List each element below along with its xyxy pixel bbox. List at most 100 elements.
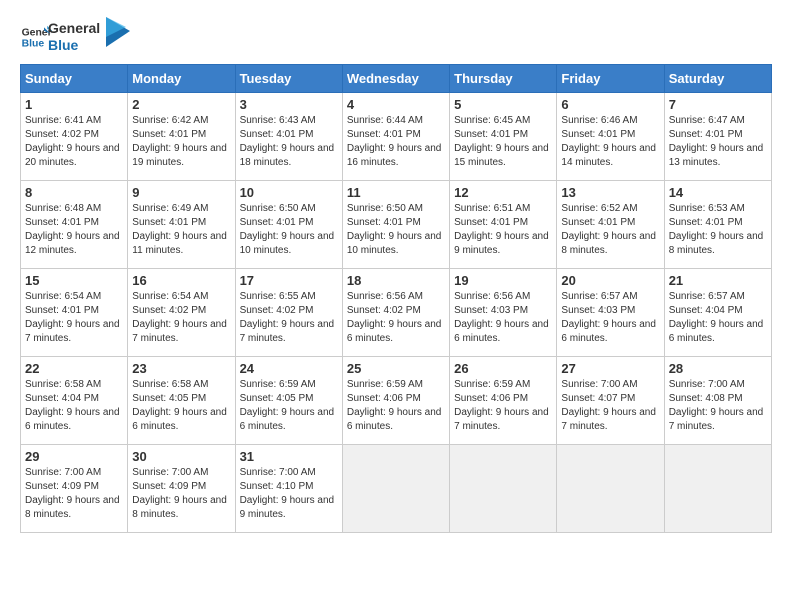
day-info: Sunrise: 6:53 AMSunset: 4:01 PMDaylight:… xyxy=(669,202,767,258)
weekday-header: Friday xyxy=(557,64,664,92)
calendar-cell: 10 Sunrise: 6:50 AMSunset: 4:01 PMDayligh… xyxy=(235,180,342,268)
day-number: 5 xyxy=(454,97,552,112)
logo-line2: Blue xyxy=(48,37,100,54)
day-info: Sunrise: 6:48 AMSunset: 4:01 PMDaylight:… xyxy=(25,202,123,258)
day-info: Sunrise: 6:45 AMSunset: 4:01 PMDaylight:… xyxy=(454,114,552,170)
day-info: Sunrise: 6:54 AMSunset: 4:01 PMDaylight:… xyxy=(25,290,123,346)
calendar-cell: 2 Sunrise: 6:42 AMSunset: 4:01 PMDaylight… xyxy=(128,92,235,180)
day-info: Sunrise: 6:44 AMSunset: 4:01 PMDaylight:… xyxy=(347,114,445,170)
calendar-cell xyxy=(557,444,664,532)
weekday-header: Tuesday xyxy=(235,64,342,92)
day-info: Sunrise: 6:56 AMSunset: 4:03 PMDaylight:… xyxy=(454,290,552,346)
calendar-cell: 24 Sunrise: 6:59 AMSunset: 4:05 PMDayligh… xyxy=(235,356,342,444)
day-number: 22 xyxy=(25,361,123,376)
weekday-header: Thursday xyxy=(450,64,557,92)
calendar-cell: 5 Sunrise: 6:45 AMSunset: 4:01 PMDaylight… xyxy=(450,92,557,180)
day-info: Sunrise: 7:00 AMSunset: 4:09 PMDaylight:… xyxy=(132,466,230,522)
day-number: 29 xyxy=(25,449,123,464)
day-number: 12 xyxy=(454,185,552,200)
day-number: 10 xyxy=(240,185,338,200)
calendar-cell: 9Sunrise: 6:49 AMSunset: 4:01 PMDaylight… xyxy=(128,180,235,268)
calendar-cell: 28Sunrise: 7:00 AMSunset: 4:08 PMDayligh… xyxy=(664,356,771,444)
day-number: 23 xyxy=(132,361,230,376)
day-number: 14 xyxy=(669,185,767,200)
day-info: Sunrise: 6:59 AMSunset: 4:05 PMDaylight:… xyxy=(240,378,338,434)
calendar-cell: 7 Sunrise: 6:47 AMSunset: 4:01 PMDaylight… xyxy=(664,92,771,180)
calendar-cell: 8 Sunrise: 6:48 AMSunset: 4:01 PMDaylight… xyxy=(21,180,128,268)
svg-text:Blue: Blue xyxy=(22,38,45,49)
day-number: 4 xyxy=(347,97,445,112)
weekday-header: Wednesday xyxy=(342,64,449,92)
day-info: Sunrise: 6:47 AMSunset: 4:01 PMDaylight:… xyxy=(669,114,767,170)
calendar-cell: 12 Sunrise: 6:51 AMSunset: 4:01 PMDayligh… xyxy=(450,180,557,268)
day-number: 11 xyxy=(347,185,445,200)
day-info: Sunrise: 6:59 AMSunset: 4:06 PMDaylight:… xyxy=(347,378,445,434)
calendar-cell xyxy=(664,444,771,532)
calendar-cell: 22 Sunrise: 6:58 AMSunset: 4:04 PMDayligh… xyxy=(21,356,128,444)
day-info: Sunrise: 6:57 AMSunset: 4:04 PMDaylight:… xyxy=(669,290,767,346)
day-info: Sunrise: 6:51 AMSunset: 4:01 PMDaylight:… xyxy=(454,202,552,258)
day-info: Sunrise: 6:54 AMSunset: 4:02 PMDaylight:… xyxy=(132,290,230,346)
day-info: Sunrise: 7:00 AMSunset: 4:07 PMDaylight:… xyxy=(561,378,659,434)
day-number: 13 xyxy=(561,185,659,200)
day-number: 3 xyxy=(240,97,338,112)
day-info: Sunrise: 6:50 AMSunset: 4:01 PMDaylight:… xyxy=(240,202,338,258)
day-number: 30 xyxy=(132,449,230,464)
calendar-cell: 6Sunrise: 6:46 AMSunset: 4:01 PMDaylight… xyxy=(557,92,664,180)
calendar-cell: 15Sunrise: 6:54 AMSunset: 4:01 PMDayligh… xyxy=(21,268,128,356)
day-number: 8 xyxy=(25,185,123,200)
weekday-header: Saturday xyxy=(664,64,771,92)
calendar-cell: 1 Sunrise: 6:41 AMSunset: 4:02 PMDaylight… xyxy=(21,92,128,180)
calendar-cell: 21 Sunrise: 6:57 AMSunset: 4:04 PMDayligh… xyxy=(664,268,771,356)
logo-line1: General xyxy=(48,20,100,37)
calendar-cell: 25 Sunrise: 6:59 AMSunset: 4:06 PMDayligh… xyxy=(342,356,449,444)
day-info: Sunrise: 6:46 AMSunset: 4:01 PMDaylight:… xyxy=(561,114,659,170)
day-info: Sunrise: 6:56 AMSunset: 4:02 PMDaylight:… xyxy=(347,290,445,346)
calendar-cell: 14 Sunrise: 6:53 AMSunset: 4:01 PMDayligh… xyxy=(664,180,771,268)
calendar-cell: 18 Sunrise: 6:56 AMSunset: 4:02 PMDayligh… xyxy=(342,268,449,356)
logo: General Blue General Blue xyxy=(20,20,130,54)
calendar-cell: 26Sunrise: 6:59 AMSunset: 4:06 PMDayligh… xyxy=(450,356,557,444)
day-info: Sunrise: 6:41 AMSunset: 4:02 PMDaylight:… xyxy=(25,114,123,170)
day-number: 7 xyxy=(669,97,767,112)
day-number: 16 xyxy=(132,273,230,288)
day-number: 24 xyxy=(240,361,338,376)
day-number: 20 xyxy=(561,273,659,288)
calendar-cell xyxy=(450,444,557,532)
day-info: Sunrise: 6:42 AMSunset: 4:01 PMDaylight:… xyxy=(132,114,230,170)
calendar-cell: 23 Sunrise: 6:58 AMSunset: 4:05 PMDayligh… xyxy=(128,356,235,444)
calendar-cell: 17Sunrise: 6:55 AMSunset: 4:02 PMDayligh… xyxy=(235,268,342,356)
calendar-cell: 30 Sunrise: 7:00 AMSunset: 4:09 PMDayligh… xyxy=(128,444,235,532)
weekday-header: Monday xyxy=(128,64,235,92)
calendar-cell: 27Sunrise: 7:00 AMSunset: 4:07 PMDayligh… xyxy=(557,356,664,444)
calendar-cell xyxy=(342,444,449,532)
day-info: Sunrise: 6:59 AMSunset: 4:06 PMDaylight:… xyxy=(454,378,552,434)
day-number: 9 xyxy=(132,185,230,200)
day-info: Sunrise: 6:55 AMSunset: 4:02 PMDaylight:… xyxy=(240,290,338,346)
day-info: Sunrise: 6:58 AMSunset: 4:04 PMDaylight:… xyxy=(25,378,123,434)
weekday-header: Sunday xyxy=(21,64,128,92)
calendar-cell: 31 Sunrise: 7:00 AMSunset: 4:10 PMDayligh… xyxy=(235,444,342,532)
day-info: Sunrise: 6:43 AMSunset: 4:01 PMDaylight:… xyxy=(240,114,338,170)
day-info: Sunrise: 6:52 AMSunset: 4:01 PMDaylight:… xyxy=(561,202,659,258)
day-number: 1 xyxy=(25,97,123,112)
day-info: Sunrise: 6:57 AMSunset: 4:03 PMDaylight:… xyxy=(561,290,659,346)
day-number: 21 xyxy=(669,273,767,288)
day-info: Sunrise: 7:00 AMSunset: 4:10 PMDaylight:… xyxy=(240,466,338,522)
calendar-cell: 19Sunrise: 6:56 AMSunset: 4:03 PMDayligh… xyxy=(450,268,557,356)
calendar-cell: 29 Sunrise: 7:00 AMSunset: 4:09 PMDayligh… xyxy=(21,444,128,532)
calendar-cell: 3 Sunrise: 6:43 AMSunset: 4:01 PMDaylight… xyxy=(235,92,342,180)
calendar-cell: 16 Sunrise: 6:54 AMSunset: 4:02 PMDayligh… xyxy=(128,268,235,356)
day-info: Sunrise: 7:00 AMSunset: 4:08 PMDaylight:… xyxy=(669,378,767,434)
calendar-cell: 4 Sunrise: 6:44 AMSunset: 4:01 PMDaylight… xyxy=(342,92,449,180)
calendar-cell: 11 Sunrise: 6:50 AMSunset: 4:01 PMDayligh… xyxy=(342,180,449,268)
day-number: 31 xyxy=(240,449,338,464)
day-number: 2 xyxy=(132,97,230,112)
calendar-cell: 13 Sunrise: 6:52 AMSunset: 4:01 PMDayligh… xyxy=(557,180,664,268)
page-header: General Blue General Blue xyxy=(20,20,772,54)
day-info: Sunrise: 6:50 AMSunset: 4:01 PMDaylight:… xyxy=(347,202,445,258)
day-info: Sunrise: 6:58 AMSunset: 4:05 PMDaylight:… xyxy=(132,378,230,434)
day-info: Sunrise: 7:00 AMSunset: 4:09 PMDaylight:… xyxy=(25,466,123,522)
day-number: 18 xyxy=(347,273,445,288)
day-number: 25 xyxy=(347,361,445,376)
